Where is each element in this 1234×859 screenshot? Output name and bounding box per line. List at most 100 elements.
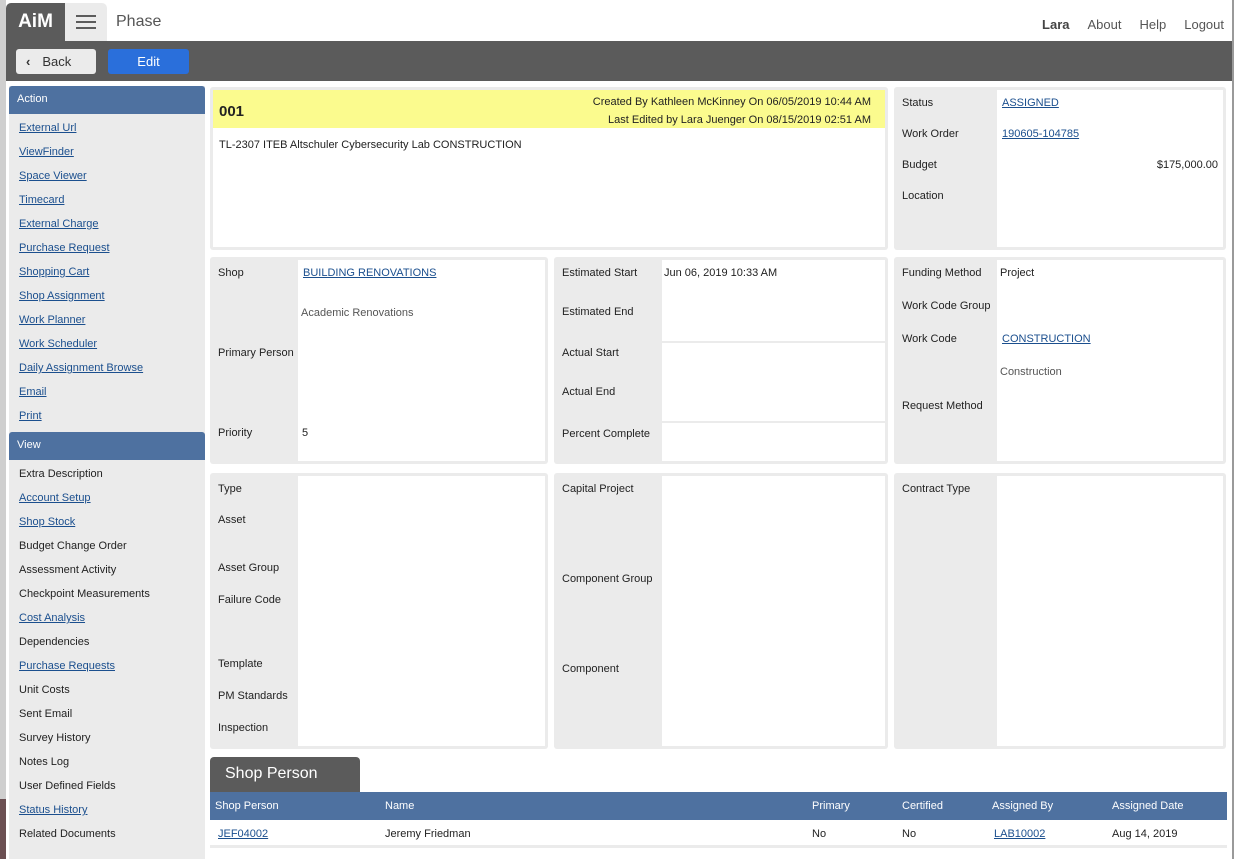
column-header-certified[interactable]: Certified bbox=[902, 800, 943, 812]
sidebar-action-purchase-request[interactable]: Purchase Request bbox=[19, 236, 205, 260]
window-edge bbox=[0, 0, 6, 859]
shop-person-table: Shop Person Name Primary Certified Assig… bbox=[210, 792, 1227, 848]
user-nav: Lara About Help Logout bbox=[1042, 17, 1224, 32]
column-header-assigned-date[interactable]: Assigned Date bbox=[1112, 800, 1184, 812]
sidebar-action-shop-assignment[interactable]: Shop Assignment bbox=[19, 284, 205, 308]
back-button[interactable]: ‹ Back bbox=[16, 49, 96, 74]
sidebar-view-sent-email[interactable]: Sent Email bbox=[19, 702, 205, 726]
sidebar-view-notes-log[interactable]: Notes Log bbox=[19, 750, 205, 774]
funding-method-label: Funding Method bbox=[902, 267, 982, 279]
actual-start-label: Actual Start bbox=[562, 347, 619, 359]
shop-description: Academic Renovations bbox=[301, 307, 414, 319]
sidebar-action-email[interactable]: Email bbox=[19, 380, 205, 404]
work-code-link[interactable]: CONSTRUCTION bbox=[1002, 333, 1091, 345]
percent-complete-label: Percent Complete bbox=[562, 428, 651, 440]
capital-project-label: Capital Project bbox=[562, 483, 634, 495]
funding-method-value: Project bbox=[1000, 267, 1035, 279]
edit-button[interactable]: Edit bbox=[108, 49, 189, 74]
table-header: Shop Person Name Primary Certified Assig… bbox=[210, 792, 1227, 820]
estimated-start-value: Jun 06, 2019 10:33 AM bbox=[664, 267, 778, 279]
shop-person-tab[interactable]: Shop Person bbox=[210, 757, 360, 792]
column-header-primary[interactable]: Primary bbox=[812, 800, 850, 812]
sidebar-view-cost-analysis[interactable]: Cost Analysis bbox=[19, 606, 205, 630]
sidebar-view-account-setup[interactable]: Account Setup bbox=[19, 486, 205, 510]
location-label: Location bbox=[902, 190, 944, 202]
logout-link[interactable]: Logout bbox=[1184, 17, 1224, 32]
user-name[interactable]: Lara bbox=[1042, 17, 1069, 32]
toolbar: ‹ Back Edit bbox=[6, 41, 1232, 81]
sidebar-view-assessment-activity[interactable]: Assessment Activity bbox=[19, 558, 205, 582]
view-list: Extra Description Account Setup Shop Stock… bbox=[9, 460, 205, 850]
sidebar-action-shopping-cart[interactable]: Shopping Cart bbox=[19, 260, 205, 284]
estimated-end-label: Estimated End bbox=[562, 306, 634, 318]
person-name: Jeremy Friedman bbox=[385, 828, 471, 840]
work-code-group-label: Work Code Group bbox=[902, 300, 991, 312]
work-order-link[interactable]: 190605-104785 bbox=[1002, 128, 1079, 140]
created-info: Created By Kathleen McKinney On 06/05/20… bbox=[592, 96, 871, 108]
sidebar-action-work-planner[interactable]: Work Planner bbox=[19, 308, 205, 332]
sidebar-view-status-history[interactable]: Status History bbox=[19, 798, 205, 822]
asset-label: Asset bbox=[218, 514, 246, 526]
status-panel: Status ASSIGNED Work Order 190605-104785… bbox=[894, 87, 1226, 250]
sidebar-view-budget-change-order[interactable]: Budget Change Order bbox=[19, 534, 205, 558]
type-label: Type bbox=[218, 483, 242, 495]
request-method-label: Request Method bbox=[902, 400, 983, 412]
phase-header-panel: 001 Created By Kathleen McKinney On 06/0… bbox=[210, 87, 888, 250]
shop-link[interactable]: BUILDING RENOVATIONS bbox=[303, 267, 436, 279]
status-value-link[interactable]: ASSIGNED bbox=[1002, 97, 1059, 109]
priority-label: Priority bbox=[218, 427, 253, 439]
pm-standards-label: PM Standards bbox=[218, 690, 288, 702]
sidebar-action-external-charge[interactable]: External Charge bbox=[19, 212, 205, 236]
column-header-name[interactable]: Name bbox=[385, 800, 414, 812]
top-bar: AiM Phase Lara About Help Logout bbox=[6, 0, 1232, 41]
primary-person-label: Primary Person bbox=[218, 347, 294, 359]
sidebar-action-external-url[interactable]: External Url bbox=[19, 116, 205, 140]
assigned-date: Aug 14, 2019 bbox=[1112, 828, 1178, 840]
phase-id: 001 bbox=[219, 103, 245, 120]
sidebar-view-survey-history[interactable]: Survey History bbox=[19, 726, 205, 750]
sidebar-view-extra-description[interactable]: Extra Description bbox=[19, 462, 205, 486]
budget-value: $175,000.00 bbox=[1156, 159, 1218, 171]
asset-panel: Type Asset Asset Group Failure Code Temp… bbox=[210, 473, 548, 749]
sidebar-action-space-viewer[interactable]: Space Viewer bbox=[19, 164, 205, 188]
sidebar-view-shop-stock[interactable]: Shop Stock bbox=[19, 510, 205, 534]
dates-panel: Estimated Start Jun 06, 2019 10:33 AM Es… bbox=[554, 257, 888, 464]
sidebar-action-work-scheduler[interactable]: Work Scheduler bbox=[19, 332, 205, 356]
about-link[interactable]: About bbox=[1088, 17, 1122, 32]
sidebar-view-dependencies[interactable]: Dependencies bbox=[19, 630, 205, 654]
hamburger-menu-button[interactable] bbox=[65, 3, 107, 41]
sidebar-view-unit-costs[interactable]: Unit Costs bbox=[19, 678, 205, 702]
inspection-label: Inspection bbox=[218, 722, 269, 734]
table-row[interactable]: JEF04002 Jeremy Friedman No No LAB10002 … bbox=[210, 820, 1227, 848]
edited-info: Last Edited by Lara Juenger On 08/15/201… bbox=[608, 114, 871, 126]
chevron-left-icon: ‹ bbox=[26, 54, 31, 69]
asset-group-label: Asset Group bbox=[218, 562, 280, 574]
contract-panel: Contract Type bbox=[894, 473, 1226, 749]
estimated-start-label: Estimated Start bbox=[562, 267, 638, 279]
column-header-assigned-by[interactable]: Assigned By bbox=[992, 800, 1053, 812]
sidebar: Action External Url ViewFinder Space Viewe… bbox=[9, 86, 205, 859]
contract-type-label: Contract Type bbox=[902, 483, 971, 495]
priority-value: 5 bbox=[302, 427, 309, 439]
assigned-by-link[interactable]: LAB10002 bbox=[994, 828, 1045, 840]
sidebar-view-user-defined-fields[interactable]: User Defined Fields bbox=[19, 774, 205, 798]
shop-person-link[interactable]: JEF04002 bbox=[218, 828, 268, 840]
sidebar-action-timecard[interactable]: Timecard bbox=[19, 188, 205, 212]
sidebar-view-related-documents[interactable]: Related Documents bbox=[19, 822, 205, 846]
work-code-description: Construction bbox=[1000, 366, 1062, 378]
shop-label: Shop bbox=[218, 267, 244, 279]
failure-code-label: Failure Code bbox=[218, 594, 281, 606]
budget-label: Budget bbox=[902, 159, 937, 171]
sidebar-action-print[interactable]: Print bbox=[19, 404, 205, 428]
column-header-shop-person[interactable]: Shop Person bbox=[215, 800, 279, 812]
app-logo[interactable]: AiM bbox=[6, 3, 65, 41]
sidebar-view-purchase-requests[interactable]: Purchase Requests bbox=[19, 654, 205, 678]
status-label: Status bbox=[902, 97, 934, 109]
help-link[interactable]: Help bbox=[1139, 17, 1166, 32]
sidebar-action-daily-assignment-browse[interactable]: Daily Assignment Browse bbox=[19, 356, 205, 380]
sidebar-view-checkpoint-measurements[interactable]: Checkpoint Measurements bbox=[19, 582, 205, 606]
back-label: Back bbox=[42, 54, 72, 69]
actual-end-label: Actual End bbox=[562, 386, 616, 398]
sidebar-action-viewfinder[interactable]: ViewFinder bbox=[19, 140, 205, 164]
component-group-label: Component Group bbox=[562, 573, 653, 585]
